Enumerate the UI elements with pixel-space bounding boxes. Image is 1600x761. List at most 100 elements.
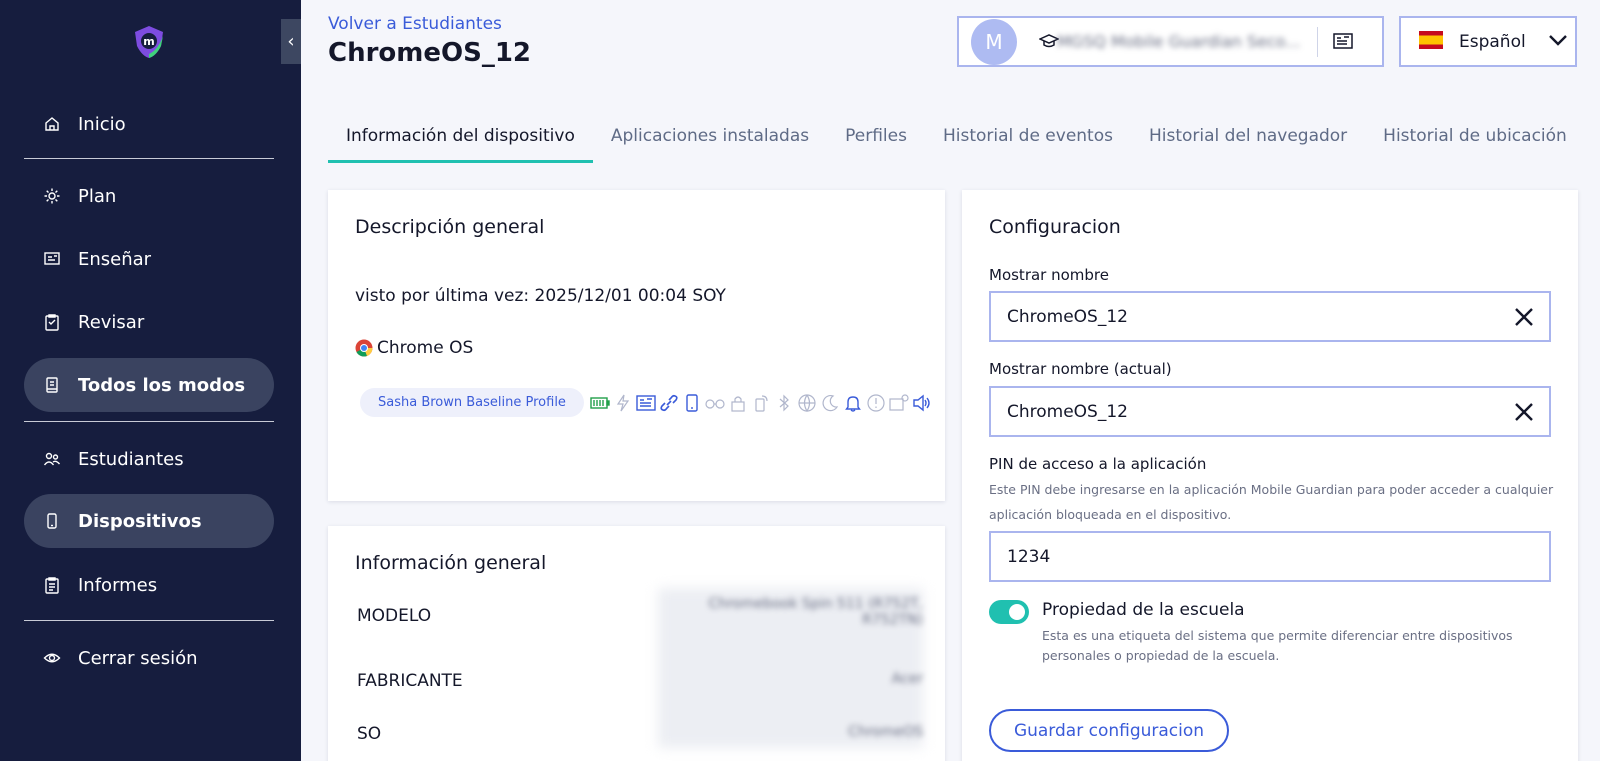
os-label: SO bbox=[357, 724, 382, 744]
model-label: MODELO bbox=[357, 606, 432, 626]
alert-icon bbox=[866, 393, 886, 413]
manufacturer-value: Acer bbox=[891, 671, 923, 687]
sidebar-item-ensenar[interactable]: Enseñar bbox=[24, 232, 274, 286]
sidebar-item-estudiantes[interactable]: Estudiantes bbox=[24, 432, 274, 486]
graduation-cap-icon bbox=[1038, 33, 1060, 55]
current-name-label: Mostrar nombre (actual) bbox=[989, 360, 1172, 378]
sidebar-item-dispositivos[interactable]: Dispositivos bbox=[24, 494, 274, 548]
os-row: Chrome OS bbox=[355, 338, 473, 358]
sidebar-item-label: Enseñar bbox=[78, 248, 152, 270]
display-name-label: Mostrar nombre bbox=[989, 266, 1109, 284]
last-seen-text: visto por última vez: 2025/12/01 00:04 S… bbox=[355, 286, 726, 306]
profile-row: Sasha Brown Baseline Profile bbox=[360, 388, 932, 417]
sidebar-divider bbox=[24, 158, 274, 159]
moon-icon bbox=[820, 393, 840, 413]
tab-bar: Información del dispositivo Aplicaciones… bbox=[328, 118, 1578, 163]
collapse-sidebar-button[interactable]: ‹ bbox=[281, 19, 301, 64]
sidebar-divider bbox=[24, 620, 274, 621]
sidebar-item-label: Dispositivos bbox=[78, 510, 202, 532]
screen-icon bbox=[889, 393, 909, 413]
display-name-value: ChromeOS_12 bbox=[1007, 306, 1128, 327]
pin-value: 1234 bbox=[1007, 546, 1051, 567]
school-owned-toggle[interactable] bbox=[989, 600, 1029, 624]
id-card-icon bbox=[636, 393, 656, 413]
toggle-knob bbox=[1009, 604, 1025, 620]
spain-flag-icon bbox=[1419, 30, 1443, 53]
mobile-icon bbox=[682, 393, 702, 413]
general-info-title: Información general bbox=[355, 552, 547, 574]
display-name-input[interactable]: ChromeOS_12 bbox=[989, 291, 1551, 342]
speaker-icon bbox=[912, 393, 932, 413]
sidebar-item-label: Informes bbox=[78, 574, 158, 596]
close-icon[interactable] bbox=[1511, 399, 1537, 425]
pin-label: PIN de acceso a la aplicación bbox=[989, 455, 1207, 473]
tab-location-history[interactable]: Historial de ubicación bbox=[1365, 118, 1578, 163]
page-title: ChromeOS_12 bbox=[328, 38, 532, 68]
sidebar-item-label: Estudiantes bbox=[78, 448, 184, 470]
current-name-input[interactable]: ChromeOS_12 bbox=[989, 386, 1551, 437]
students-icon bbox=[42, 449, 62, 469]
back-to-students-link[interactable]: Volver a Estudiantes bbox=[328, 14, 502, 34]
clipboard-icon bbox=[42, 312, 62, 332]
school-owned-help-text: Esta es una etiqueta del sistema que per… bbox=[1042, 628, 1513, 663]
lock-icon bbox=[728, 393, 748, 413]
sidebar-item-label: Cerrar sesión bbox=[78, 647, 198, 669]
tab-event-history[interactable]: Historial de eventos bbox=[925, 118, 1131, 163]
tab-installed-apps[interactable]: Aplicaciones instaladas bbox=[593, 118, 827, 163]
sidebar-divider bbox=[24, 421, 274, 422]
gear-icon bbox=[42, 186, 62, 206]
charging-icon bbox=[613, 393, 633, 413]
sidebar-item-todos-los-modos[interactable]: Todos los modos bbox=[24, 358, 274, 412]
tab-browser-history[interactable]: Historial del navegador bbox=[1131, 118, 1365, 163]
sidebar-item-inicio[interactable]: Inicio bbox=[24, 97, 274, 151]
overview-title: Descripción general bbox=[355, 216, 545, 238]
school-id-card-icon[interactable] bbox=[1332, 32, 1354, 52]
language-selector[interactable]: Español bbox=[1399, 16, 1577, 67]
configuration-card: Configuracion Mostrar nombre ChromeOS_12… bbox=[962, 190, 1578, 761]
tab-device-info[interactable]: Información del dispositivo bbox=[328, 118, 593, 163]
chevron-down-icon bbox=[1548, 32, 1568, 51]
sidebar-item-plan[interactable]: Plan bbox=[24, 169, 274, 223]
pin-input[interactable]: 1234 bbox=[989, 531, 1551, 582]
tab-profiles[interactable]: Perfiles bbox=[827, 118, 925, 163]
school-owned-label: Propiedad de la escuela bbox=[1042, 600, 1245, 620]
school-selector[interactable]: M MGSQ Mobile Guardian Seco... bbox=[957, 16, 1384, 67]
save-configuration-button[interactable]: Guardar configuracion bbox=[989, 709, 1229, 752]
language-label: Español bbox=[1459, 31, 1526, 52]
teach-icon bbox=[42, 249, 62, 269]
sidebar-item-label: Todos los modos bbox=[78, 374, 246, 396]
general-info-card: Información general MODELO Chromebook Sp… bbox=[328, 526, 945, 761]
battery-icon bbox=[590, 393, 610, 413]
model-value: Chromebook Spin 511 (R752T, R752TN) bbox=[708, 596, 923, 628]
manufacturer-label: FABRICANTE bbox=[357, 671, 463, 691]
chrome-icon bbox=[355, 339, 373, 357]
sidebar-item-label: Plan bbox=[78, 185, 117, 207]
avatar: M bbox=[971, 18, 1017, 65]
os-name: Chrome OS bbox=[377, 338, 474, 358]
sidebar-item-revisar[interactable]: Revisar bbox=[24, 295, 274, 349]
profile-badge[interactable]: Sasha Brown Baseline Profile bbox=[360, 388, 584, 417]
rotate-device-icon bbox=[751, 393, 771, 413]
current-name-value: ChromeOS_12 bbox=[1007, 401, 1128, 422]
page-header: Volver a Estudiantes ChromeOS_12 M MGSQ … bbox=[301, 0, 1600, 88]
mobile-guardian-logo: m bbox=[135, 26, 163, 58]
device-status-icons bbox=[590, 393, 932, 413]
sidebar-item-cerrar-sesion[interactable]: Cerrar sesión bbox=[24, 631, 274, 685]
book-icon bbox=[42, 375, 62, 395]
link-icon bbox=[659, 393, 679, 413]
bluetooth-icon bbox=[774, 393, 794, 413]
bell-icon bbox=[843, 393, 863, 413]
globe-icon bbox=[797, 393, 817, 413]
pin-help-text: Este PIN debe ingresarse en la aplicació… bbox=[989, 482, 1554, 522]
home-icon bbox=[42, 114, 62, 134]
sidebar-item-label: Revisar bbox=[78, 311, 145, 333]
overview-card: Descripción general visto por última vez… bbox=[328, 190, 945, 501]
sidebar-item-informes[interactable]: Informes bbox=[24, 558, 274, 612]
divider bbox=[1317, 26, 1318, 57]
phone-icon bbox=[42, 511, 62, 531]
report-icon bbox=[42, 575, 62, 595]
os-value: ChromeOS bbox=[848, 724, 923, 740]
eye-icon bbox=[42, 648, 62, 668]
svg-text:m: m bbox=[143, 35, 154, 48]
close-icon[interactable] bbox=[1511, 304, 1537, 330]
